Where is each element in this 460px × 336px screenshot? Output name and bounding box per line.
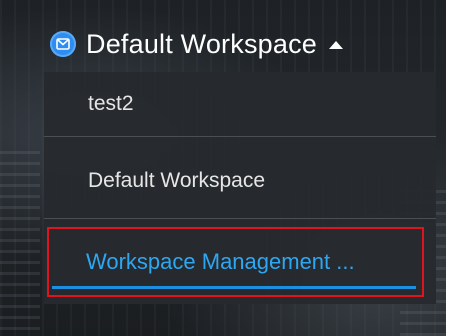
background-building-left bbox=[0, 150, 40, 330]
menu-item-test2[interactable]: test2 bbox=[44, 72, 436, 136]
workspace-switcher-button[interactable]: Default Workspace bbox=[50, 18, 344, 70]
menu-divider bbox=[44, 218, 436, 219]
workspace-dropdown-menu: test2 Default Workspace Workspace Manage… bbox=[44, 72, 436, 304]
menu-item-label: Workspace Management ... bbox=[86, 249, 355, 274]
active-item-underline bbox=[52, 286, 416, 289]
current-workspace-name: Default Workspace bbox=[86, 28, 318, 59]
menu-item-label: test2 bbox=[88, 92, 134, 115]
menu-item-label: Default Workspace bbox=[88, 169, 266, 192]
workspace-badge-icon bbox=[50, 31, 76, 57]
chevron-up-icon[interactable] bbox=[329, 41, 344, 49]
screenshot-frame: Default Workspace test2 Default Workspac… bbox=[0, 0, 460, 336]
menu-item-default-workspace[interactable]: Default Workspace bbox=[44, 146, 436, 216]
menu-divider bbox=[44, 136, 436, 137]
